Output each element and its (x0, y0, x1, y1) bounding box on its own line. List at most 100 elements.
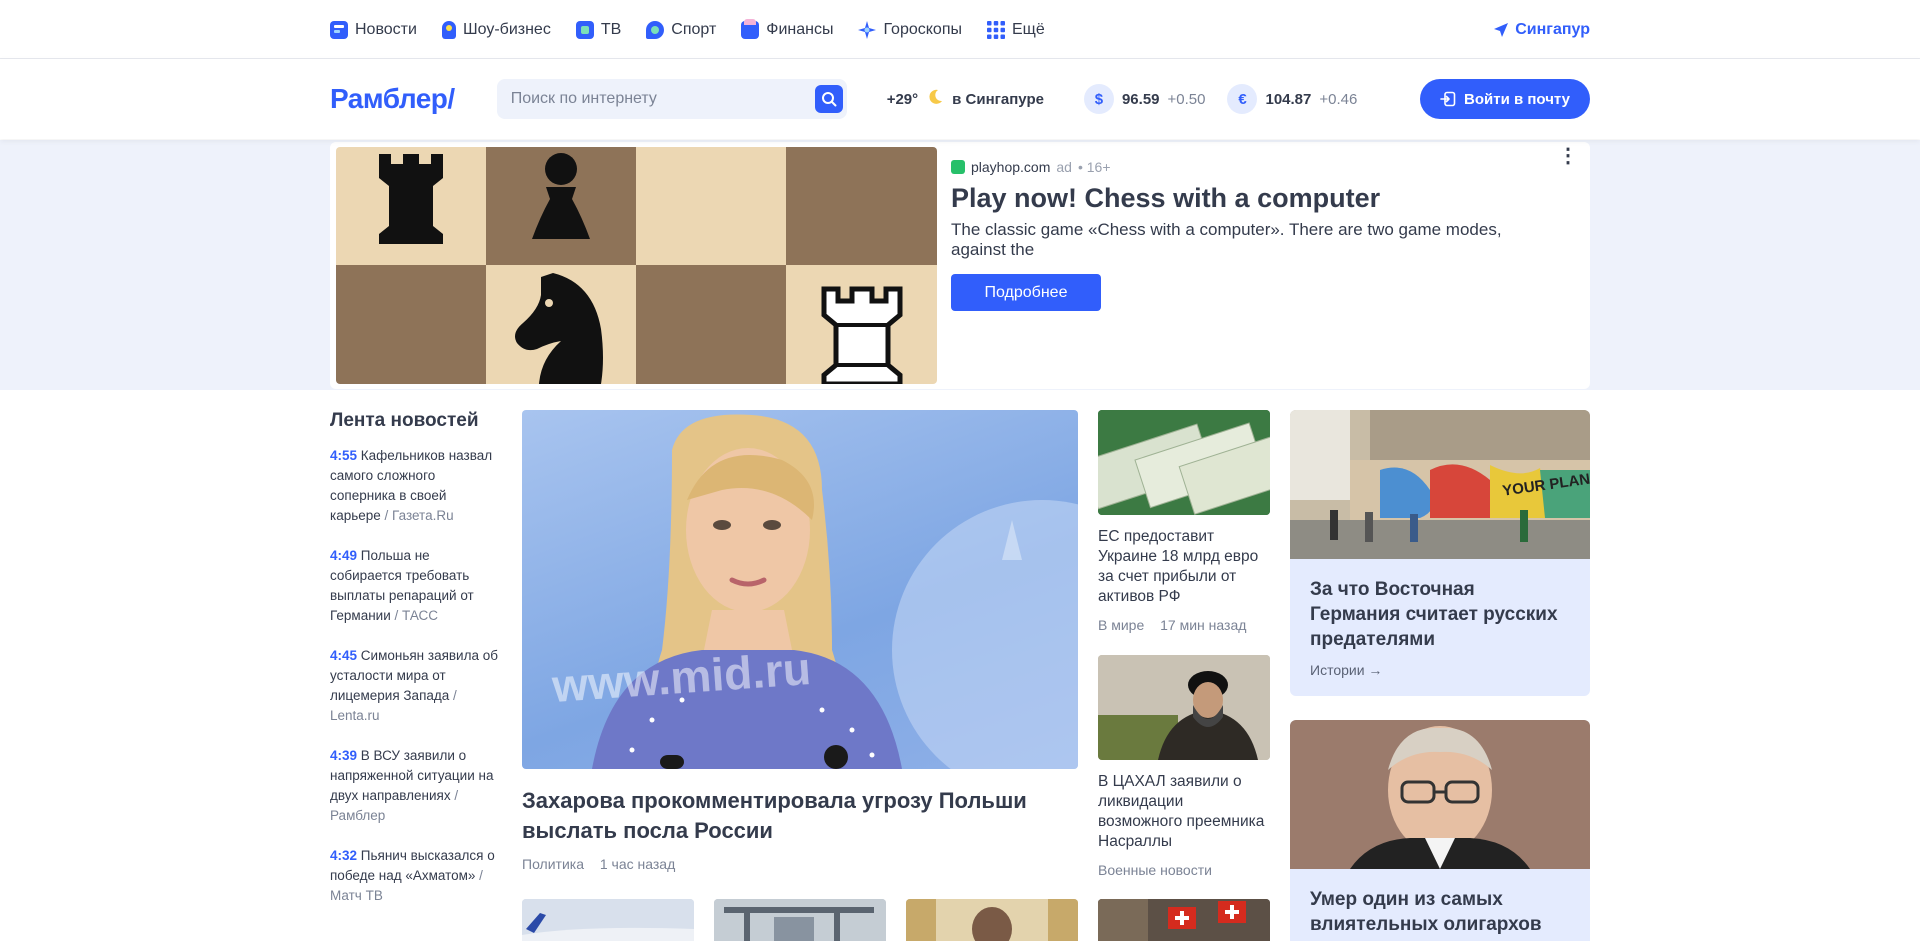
grid-icon (986, 20, 1005, 39)
ad-menu-icon[interactable]: ⋮ (1558, 146, 1578, 166)
official-illustration (906, 899, 1078, 941)
nav-label: Финансы (766, 20, 834, 38)
side-story-title[interactable]: ЕС предоставит Украине 18 млрд евро за с… (1098, 527, 1270, 607)
feed-item[interactable]: 4:49 Польша не собирается требовать выпл… (330, 546, 500, 626)
nav-label: Новости (355, 20, 417, 38)
nav-item-more[interactable]: Ещё (986, 20, 1045, 39)
main-story-title[interactable]: Захарова прокомментировала угрозу Польши… (522, 786, 1078, 846)
feed-time: 4:45 (330, 648, 358, 663)
usd-rate[interactable]: $ 96.59 +0.50 (1083, 84, 1205, 114)
location-selector[interactable]: Сингапур (1493, 21, 1590, 39)
industrial-illustration (714, 899, 886, 941)
cleric-illustration (1098, 655, 1270, 760)
nav-item-news[interactable]: Новости (330, 20, 417, 39)
search-button[interactable] (814, 85, 843, 113)
euro-banknotes-image[interactable] (1098, 410, 1270, 515)
side-story-meta: Военные новости (1098, 862, 1270, 878)
moon-icon (926, 88, 944, 110)
story-title[interactable]: Умер один из самых влиятельных олигархов… (1290, 869, 1590, 941)
main-story[interactable]: www.mid.ru Захарова прокомментировала уг… (522, 410, 1078, 872)
feed-source: Матч ТВ (330, 888, 383, 903)
eur-change: +0.46 (1319, 90, 1358, 108)
ad-domain[interactable]: playhop.com (971, 159, 1050, 175)
ad-more-button[interactable]: Подробнее (951, 274, 1101, 311)
story-time: 1 час назад (599, 856, 676, 872)
showbiz-icon (441, 20, 456, 39)
nav-label: Спорт (671, 20, 717, 38)
side-story-title[interactable]: В ЦАХАЛ заявили о ликвидации возможного … (1098, 772, 1270, 852)
feed-time: 4:32 (330, 848, 358, 863)
news-feed: Лента новостей 4:55 Кафельников назвал с… (330, 410, 500, 926)
story-category[interactable]: В мире (1098, 617, 1144, 633)
weather-temp: +29° (886, 90, 919, 108)
portrait-illustration (592, 414, 1078, 769)
story-title[interactable]: За что Восточная Германия считает русски… (1290, 559, 1590, 652)
horoscope-icon (858, 20, 877, 39)
chess-rook-white-icon (821, 286, 903, 384)
login-mail-button[interactable]: Войти в почту (1420, 79, 1590, 119)
nav-label: ТВ (600, 20, 622, 38)
login-label: Войти в почту (1464, 90, 1570, 108)
finance-icon (741, 18, 760, 39)
search-input[interactable] (510, 90, 815, 108)
weather-widget[interactable]: +29° в Сингапуре (887, 88, 1044, 110)
nav-item-tv[interactable]: ТВ (575, 20, 622, 39)
swiss-street-thumbnail[interactable] (1098, 899, 1270, 941)
ad-banner[interactable]: playhop.com ad • 16+ Play now! Chess wit… (330, 142, 1590, 389)
feed-item[interactable]: 4:45 Симоньян заявила об усталости мира … (330, 646, 500, 726)
story-card[interactable]: YOUR PLANE За что Восточная Германия счи… (1290, 410, 1590, 696)
chess-rook-icon (379, 154, 443, 244)
feed-source: Lenta.ru (330, 708, 380, 723)
side-story[interactable]: В ЦАХАЛ заявили о ликвидации возможного … (1098, 655, 1270, 878)
story-card[interactable]: Умер один из самых влиятельных олигархов… (1290, 720, 1590, 941)
rambler-logo[interactable]: Рамблер/ (330, 83, 455, 115)
feed-item[interactable]: 4:32 Пьянич высказался о победе над «Ахм… (330, 846, 500, 906)
nav-label: Ещё (1011, 20, 1045, 38)
side-story-meta: В мире 17 мин назад (1098, 617, 1270, 633)
ad-description: The classic game «Chess with a computer»… (951, 220, 1502, 259)
feed-item[interactable]: 4:55 Кафельников назвал самого сложного … (330, 446, 500, 526)
chess-board-image[interactable] (336, 147, 937, 384)
stories-link[interactable]: Истории → (1290, 652, 1590, 696)
feed-time: 4:55 (330, 448, 358, 463)
feed-separator: / (380, 508, 393, 523)
search-icon (821, 92, 837, 107)
location-label: Сингапур (1515, 20, 1590, 38)
weather-city: в Сингапуре (952, 90, 1044, 108)
swiss-flags-illustration (1098, 899, 1270, 941)
ad-marker: ad (1056, 159, 1072, 175)
feed-separator: / (390, 608, 403, 623)
usd-value: 96.59 (1121, 90, 1160, 108)
ad-meta: playhop.com ad • 16+ (951, 159, 1570, 175)
nav-item-finance[interactable]: Финансы (741, 18, 834, 39)
feed-source: Рамблер (330, 808, 386, 823)
oligarch-portrait-image[interactable] (1290, 720, 1590, 869)
ad-title[interactable]: Play now! Chess with a computer (951, 183, 1570, 214)
story-category[interactable]: Военные новости (1098, 862, 1212, 878)
official-thumbnail[interactable] (906, 899, 1078, 941)
header: Рамблер/ +29° в Сингапуре $ 96.59 +0.50 … (0, 59, 1920, 139)
feed-source: Газета.Ru (392, 508, 454, 523)
side-story[interactable]: ЕС предоставит Украине 18 млрд евро за с… (1098, 410, 1270, 633)
nav-item-sport[interactable]: Спорт (646, 20, 717, 39)
story-category[interactable]: Политика (522, 856, 584, 872)
cleric-image[interactable] (1098, 655, 1270, 760)
nav-item-showbiz[interactable]: Шоу-бизнес (441, 20, 551, 39)
feed-item[interactable]: 4:39 В ВСУ заявили о напряженной ситуаци… (330, 746, 500, 826)
airplane-thumbnail[interactable] (522, 899, 694, 941)
berlin-wall-image[interactable]: YOUR PLANE (1290, 410, 1590, 559)
ad-age: • 16+ (1077, 159, 1111, 175)
industrial-thumbnail[interactable] (714, 899, 886, 941)
feed-time: 4:49 (330, 548, 358, 563)
nav-label: Шоу-бизнес (462, 20, 551, 38)
ad-content: playhop.com ad • 16+ Play now! Chess wit… (951, 159, 1570, 311)
story-time: 17 мин назад (1160, 617, 1247, 633)
main-story-image[interactable]: www.mid.ru (522, 410, 1078, 769)
chess-knight-icon (515, 273, 603, 384)
nav-item-horoscope[interactable]: Гороскопы (858, 20, 962, 39)
oligarch-illustration (1290, 720, 1590, 869)
feed-title[interactable]: Лента новостей (330, 410, 500, 432)
feed-source: ТАСС (402, 608, 439, 623)
location-arrow-icon (1494, 22, 1509, 37)
eur-rate[interactable]: € 104.87 +0.46 (1227, 84, 1357, 114)
